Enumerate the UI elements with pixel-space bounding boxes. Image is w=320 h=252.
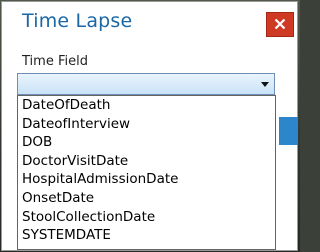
option-dateofinterview[interactable]: DateofInterview	[18, 115, 275, 134]
option-hospitaladmissiondate[interactable]: HospitalAdmissionDate	[18, 170, 275, 189]
option-systemdate[interactable]: SYSTEMDATE	[18, 226, 275, 245]
close-button[interactable]	[266, 12, 294, 37]
time-field-options-list: DateOfDeath DateofInterview DOB DoctorVi…	[17, 95, 276, 250]
action-button-edge[interactable]	[279, 117, 298, 145]
option-stoolcollectiondate[interactable]: StoolCollectionDate	[18, 208, 275, 227]
dialog-title: Time Lapse	[22, 10, 133, 32]
close-icon	[274, 15, 286, 34]
option-dateofdeath[interactable]: DateOfDeath	[18, 96, 275, 115]
time-field-select[interactable]	[17, 73, 275, 95]
chevron-down-icon[interactable]	[261, 82, 269, 87]
option-onsetdate[interactable]: OnsetDate	[18, 189, 275, 208]
time-field-label: Time Field	[22, 54, 88, 69]
option-doctorvisitdate[interactable]: DoctorVisitDate	[18, 152, 275, 171]
option-dob[interactable]: DOB	[18, 133, 275, 152]
